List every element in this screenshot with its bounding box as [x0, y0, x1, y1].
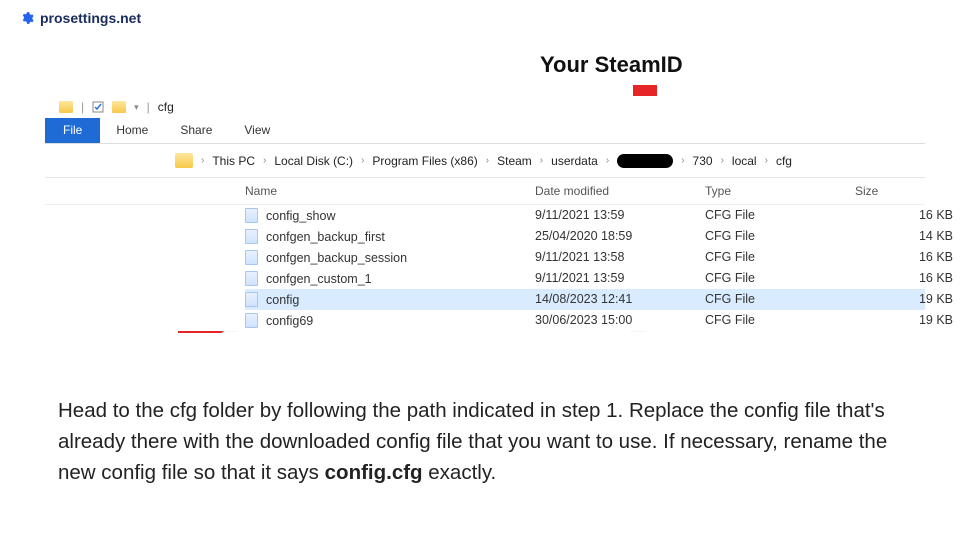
file-date: 30/06/2023 15:00	[535, 313, 705, 328]
file-type: CFG File	[705, 313, 855, 328]
titlebar: | ▾ | cfg	[45, 96, 925, 118]
table-row[interactable]: config_show9/11/2021 13:59CFG File16 KB	[245, 205, 925, 226]
file-icon	[245, 208, 258, 223]
chevron-right-icon: ›	[201, 155, 204, 166]
qat-separator: |	[147, 100, 150, 114]
chevron-right-icon: ›	[486, 155, 489, 166]
column-date[interactable]: Date modified	[535, 184, 705, 198]
folder-icon	[112, 101, 126, 113]
file-size: 19 KB	[855, 313, 965, 328]
table-row[interactable]: confgen_backup_first 25/04/2020 18:59CFG …	[245, 226, 925, 247]
breadcrumb-item[interactable]: userdata	[551, 154, 598, 168]
column-type[interactable]: Type	[705, 184, 855, 198]
chevron-right-icon: ›	[361, 155, 364, 166]
breadcrumb-item[interactable]: Steam	[497, 154, 532, 168]
checkbox-icon	[92, 101, 104, 113]
ribbon: File Home Share View	[45, 118, 925, 144]
ribbon-home-tab[interactable]: Home	[100, 118, 164, 143]
address-bar[interactable]: › This PC › Local Disk (C:) › Program Fi…	[45, 144, 925, 178]
folder-icon	[59, 101, 73, 113]
file-icon	[245, 271, 258, 286]
breadcrumb-item[interactable]: local	[732, 154, 757, 168]
ribbon-view-tab[interactable]: View	[228, 118, 286, 143]
chevron-right-icon: ›	[765, 155, 768, 166]
chevron-right-icon: ›	[263, 155, 266, 166]
breadcrumb-item[interactable]: Local Disk (C:)	[274, 154, 353, 168]
file-size: 16 KB	[855, 208, 965, 223]
file-date: 25/04/2020 18:59	[535, 229, 705, 244]
site-logo: prosettings.net	[20, 10, 141, 26]
file-icon	[245, 250, 258, 265]
caret-down-icon: ▾	[134, 102, 139, 113]
table-row[interactable]: confgen_backup_session 9/11/2021 13:58CFG…	[245, 247, 925, 268]
file-type: CFG File	[705, 250, 855, 265]
folder-icon	[175, 153, 193, 168]
chevron-right-icon: ›	[681, 155, 684, 166]
file-date: 9/11/2021 13:58	[535, 250, 705, 265]
file-name: config_show	[266, 209, 336, 223]
column-headers: Name Date modified Type Size	[45, 178, 925, 205]
file-name: confgen_backup_first	[266, 230, 385, 244]
file-size: 16 KB	[855, 271, 965, 286]
table-row[interactable]: confgen_custom_19/11/2021 13:59CFG File1…	[245, 268, 925, 289]
instruction-text: Head to the cfg folder by following the …	[58, 396, 918, 488]
breadcrumb-redacted-steamid[interactable]	[617, 154, 673, 168]
instruction-part2: exactly.	[423, 461, 497, 484]
instruction-bold: config.cfg	[325, 461, 423, 484]
file-type: CFG File	[705, 271, 855, 286]
logo-text: prosettings.net	[40, 10, 141, 26]
file-type: CFG File	[705, 292, 855, 307]
file-type: CFG File	[705, 208, 855, 223]
table-row[interactable]: config6930/06/2023 15:00CFG File19 KB	[245, 310, 925, 331]
file-name: confgen_custom_1	[266, 272, 372, 286]
breadcrumb-item[interactable]: 730	[693, 154, 713, 168]
chevron-right-icon: ›	[540, 155, 543, 166]
file-icon	[245, 229, 258, 244]
breadcrumb-item[interactable]: This PC	[212, 154, 255, 168]
file-list: config_show9/11/2021 13:59CFG File16 KBc…	[45, 205, 925, 331]
chevron-right-icon: ›	[721, 155, 724, 166]
annotation-steamid-label: Your SteamID	[540, 52, 683, 78]
file-date: 9/11/2021 13:59	[535, 271, 705, 286]
gear-icon	[20, 11, 34, 25]
breadcrumb-item[interactable]: Program Files (x86)	[372, 154, 477, 168]
window-title: cfg	[158, 100, 174, 114]
column-name[interactable]: Name	[245, 184, 535, 198]
file-type: CFG File	[705, 229, 855, 244]
chevron-right-icon: ›	[606, 155, 609, 166]
file-name: confgen_backup_session	[266, 251, 407, 265]
file-size: 16 KB	[855, 250, 965, 265]
file-name: config	[266, 293, 299, 307]
file-icon	[245, 313, 258, 328]
file-explorer-window: | ▾ | cfg File Home Share View › This PC…	[45, 96, 925, 331]
qat-separator: |	[81, 100, 84, 114]
table-row[interactable]: config14/08/2023 12:41CFG File19 KB	[245, 289, 925, 310]
file-date: 9/11/2021 13:59	[535, 208, 705, 223]
ribbon-share-tab[interactable]: Share	[164, 118, 228, 143]
column-size[interactable]: Size	[855, 184, 965, 198]
breadcrumb-item[interactable]: cfg	[776, 154, 792, 168]
file-name: config69	[266, 314, 313, 328]
file-size: 19 KB	[855, 292, 965, 307]
file-date: 14/08/2023 12:41	[535, 292, 705, 307]
file-size: 14 KB	[855, 229, 965, 244]
file-icon	[245, 292, 258, 307]
ribbon-file-tab[interactable]: File	[45, 118, 100, 143]
